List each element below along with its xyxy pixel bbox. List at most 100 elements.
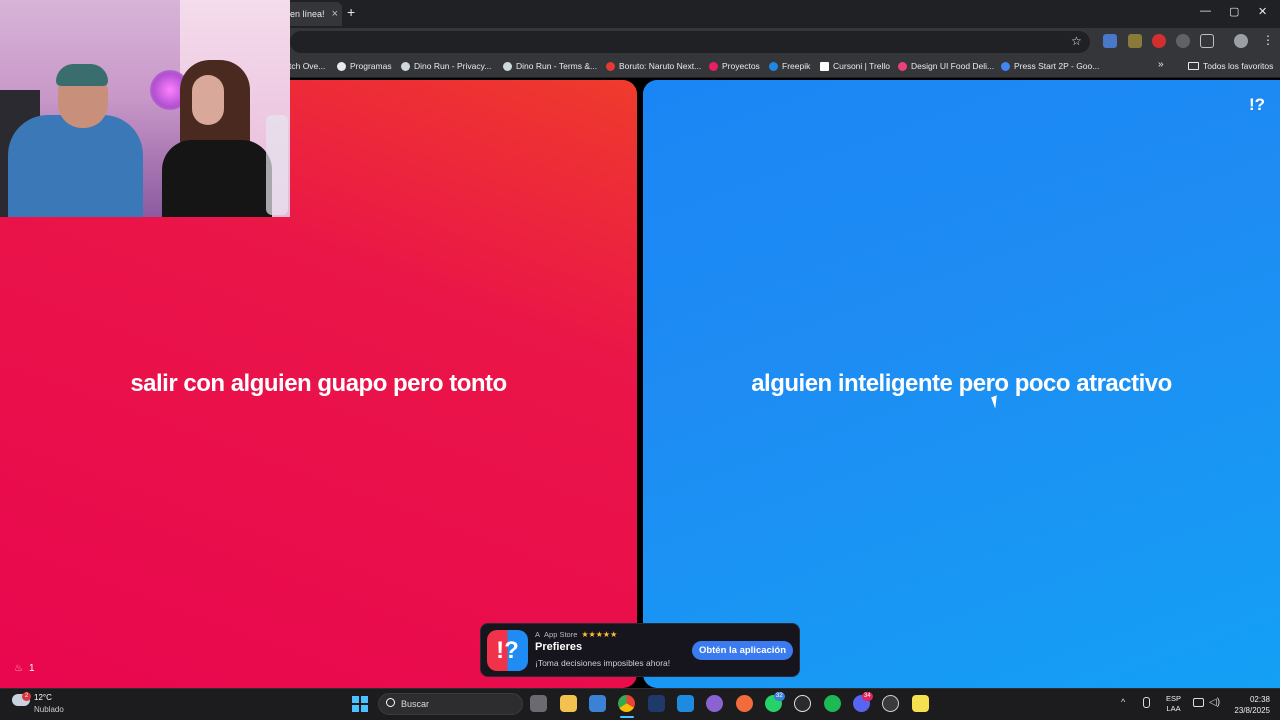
bookmark-favicon-icon xyxy=(820,61,829,71)
tray-expand-icon[interactable]: ^ xyxy=(1121,697,1125,707)
app-store-icon: A xyxy=(535,630,541,639)
whatsapp-badge: 32 xyxy=(774,692,785,701)
windows-logo-pane xyxy=(361,705,368,712)
bookmark-item[interactable]: Proyectos xyxy=(709,61,760,71)
streamer-2-face xyxy=(192,75,224,125)
bookmark-label: Cursoni | Trello xyxy=(833,61,891,71)
bookmark-item[interactable]: Cursoni | Trello xyxy=(820,61,890,71)
chatgpt-icon[interactable] xyxy=(794,695,811,712)
app-tagline: ¡Toma decisiones imposibles ahora! xyxy=(535,658,671,668)
streamer-1-body xyxy=(8,115,143,217)
tab-title: en línea! xyxy=(290,9,325,19)
bookmark-label: Programas xyxy=(350,61,392,71)
bookmark-item[interactable]: Freepik xyxy=(769,61,810,71)
bookmark-favicon-icon xyxy=(709,61,718,71)
start-button[interactable] xyxy=(352,696,368,712)
chrome-icon[interactable] xyxy=(618,695,635,712)
rating-stars: ★★★★★ xyxy=(581,630,618,639)
bookmark-item[interactable]: Boruto: Naruto Next... xyxy=(606,61,701,71)
bookmark-favicon-icon xyxy=(401,61,410,71)
bookmark-favicon-icon xyxy=(606,61,615,71)
address-bar[interactable] xyxy=(290,31,1090,53)
app-logo[interactable]: !? xyxy=(1249,95,1265,115)
extensions-puzzle-icon[interactable] xyxy=(1200,34,1214,48)
task-view-icon[interactable] xyxy=(530,695,547,712)
system-clock[interactable]: 02:38 23/8/2025 xyxy=(1228,694,1270,716)
discord-badge: 34 xyxy=(862,692,873,701)
input-language[interactable]: ESP LAA xyxy=(1166,694,1181,714)
translate-extension-icon[interactable] xyxy=(1103,34,1117,48)
postman-icon[interactable] xyxy=(736,695,753,712)
search-placeholder: Buscar xyxy=(401,699,430,709)
bookmark-favicon-icon xyxy=(503,61,512,71)
file-explorer-icon[interactable] xyxy=(560,695,577,712)
obs-icon[interactable] xyxy=(882,695,899,712)
windows-logo-pane xyxy=(352,696,359,703)
bookmark-item[interactable]: Dino Run - Terms &... xyxy=(503,61,597,71)
bookmark-item[interactable]: Design UI Food Deli... xyxy=(898,61,994,71)
taskbar-search[interactable] xyxy=(378,693,523,715)
maximize-button[interactable]: ▢ xyxy=(1229,5,1239,18)
app-store-line: A App Store ★★★★★ xyxy=(535,630,617,639)
streamer-2-body xyxy=(162,140,272,217)
bookmark-label: Dino Run - Terms &... xyxy=(516,61,598,71)
windows-logo-pane xyxy=(361,696,368,703)
profile-avatar[interactable] xyxy=(1234,34,1248,48)
all-bookmarks-folder[interactable]: Todos los favoritos xyxy=(1188,61,1273,71)
flame-icon: ♨ xyxy=(14,663,23,674)
vscode-icon[interactable] xyxy=(677,695,694,712)
bookmark-label: Proyectos xyxy=(722,61,760,71)
volume-icon[interactable]: ◁) xyxy=(1209,697,1220,708)
clock-time: 02:38 xyxy=(1249,695,1270,704)
windows-taskbar xyxy=(0,688,1280,720)
webcam-overlay xyxy=(0,0,290,217)
browser-menu-icon[interactable]: ⋮ xyxy=(1262,33,1274,47)
bookmark-item[interactable]: Press Start 2P - Goo... xyxy=(1001,61,1099,71)
weather-badge: 2 xyxy=(22,692,31,701)
active-app-indicator xyxy=(620,716,634,718)
app-name: Prefieres xyxy=(535,641,583,653)
browser-tab[interactable]: en línea! × xyxy=(282,2,342,26)
github-desktop-icon[interactable] xyxy=(706,695,723,712)
option-left-text: salir con alguien guapo pero tonto xyxy=(130,370,507,397)
bookmark-favicon-icon xyxy=(337,61,346,71)
app-store-label: App Store xyxy=(544,630,578,639)
weather-description[interactable]: Nublado xyxy=(34,705,64,714)
search-icon xyxy=(386,698,395,707)
extension-icon[interactable] xyxy=(1128,34,1142,48)
new-tab-button[interactable]: + xyxy=(347,4,355,20)
bookmark-star-icon[interactable]: ☆ xyxy=(1071,34,1082,48)
record-extension-icon[interactable] xyxy=(1152,34,1166,48)
folder-icon xyxy=(1188,62,1199,70)
spotify-icon[interactable] xyxy=(824,695,841,712)
store-icon[interactable] xyxy=(589,695,606,712)
bookmark-favicon-icon xyxy=(769,61,778,71)
bookmark-label: tch Ove... xyxy=(289,61,326,71)
bookmark-favicon-icon xyxy=(1001,61,1010,71)
react-devtools-icon[interactable] xyxy=(1176,34,1190,48)
close-window-button[interactable]: ✕ xyxy=(1258,5,1267,18)
clock-date: 23/8/2025 xyxy=(1234,706,1270,715)
bookmark-label: Press Start 2P - Goo... xyxy=(1014,61,1100,71)
sql-app-icon[interactable] xyxy=(648,695,665,712)
bookmarks-overflow-icon[interactable]: » xyxy=(1158,59,1164,70)
tab-close-icon[interactable]: × xyxy=(332,2,338,26)
notes-app-icon[interactable] xyxy=(912,695,929,712)
network-icon[interactable] xyxy=(1193,698,1204,707)
lang-line-1: ESP xyxy=(1166,694,1182,703)
bookmark-favicon-icon xyxy=(898,61,907,71)
bookmark-label: Design UI Food Deli... xyxy=(911,61,995,71)
bookmark-label: Boruto: Naruto Next... xyxy=(619,61,702,71)
minimize-button[interactable]: — xyxy=(1200,5,1211,17)
microphone-icon[interactable] xyxy=(1143,697,1150,708)
app-icon: !? xyxy=(487,630,528,671)
get-app-button[interactable]: Obtén la aplicación xyxy=(692,641,793,660)
bookmark-item[interactable]: tch Ove... xyxy=(289,61,325,71)
bookmark-label: Dino Run - Privacy... xyxy=(414,61,492,71)
option-right-card[interactable]: alguien inteligente pero poco atractivo xyxy=(643,80,1280,688)
bookmark-label: Freepik xyxy=(782,61,811,71)
weather-temperature[interactable]: 12°C xyxy=(34,693,52,702)
bookmark-item[interactable]: Dino Run - Privacy... xyxy=(401,61,491,71)
bookmark-item[interactable]: Programas xyxy=(337,61,392,71)
streamer-1-cap xyxy=(56,64,108,86)
